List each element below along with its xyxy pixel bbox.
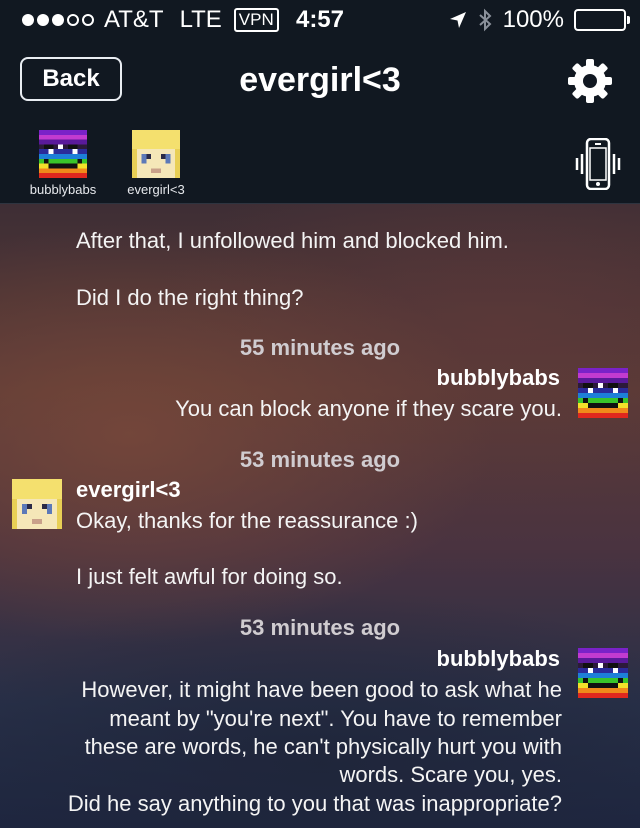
timestamp: 55 minutes ago: [239, 335, 401, 360]
back-button[interactable]: Back: [20, 57, 122, 101]
message-text: words. Scare you, yes.: [339, 762, 562, 787]
sender-name: bubblybabs: [436, 646, 560, 671]
conversation-title: evergirl<3: [239, 61, 401, 99]
message-text: After that, I unfollowed him and blocked…: [76, 228, 509, 253]
status-bar: AT&T LTE VPN 4:57 100%: [0, 0, 640, 40]
participant-bubblybabs[interactable]: bubblybabs: [23, 130, 103, 197]
participant-name: evergirl<3: [127, 182, 185, 197]
location-arrow-icon: [449, 12, 466, 28]
gear-icon[interactable]: [566, 57, 614, 105]
message-text: I just felt awful for doing so.: [76, 564, 343, 589]
phone-vibrate-icon[interactable]: [575, 138, 621, 190]
battery-icon: [574, 9, 630, 31]
battery-percent: 100%: [502, 6, 564, 33]
participant-name: bubblybabs: [29, 182, 97, 197]
message-list[interactable]: After that, I unfollowed him and blocked…: [0, 204, 640, 828]
timestamp: 53 minutes ago: [239, 615, 401, 640]
avatar: [132, 130, 180, 178]
navigation-header: AT&T LTE VPN 4:57 100% Back evergirl<3 b…: [0, 0, 640, 204]
message-text: Okay, thanks for the reassurance :): [76, 508, 418, 533]
participant-evergirl[interactable]: evergirl<3: [116, 130, 196, 197]
avatar: [12, 479, 62, 529]
sender-name: evergirl<3: [76, 477, 181, 502]
avatar: [39, 130, 87, 178]
message-text: meant by "you're next". You have to reme…: [109, 706, 562, 731]
message-text: these are words, he can't physically hur…: [84, 734, 562, 759]
avatar: [578, 648, 628, 698]
message-text: Did I do the right thing?: [76, 285, 304, 310]
avatar: [578, 368, 628, 418]
message-text: Did he say anything to you that was inap…: [67, 791, 562, 816]
message-text: However, it might have been good to ask …: [81, 677, 562, 702]
sender-name: bubblybabs: [436, 365, 560, 390]
bluetooth-icon: [478, 8, 492, 32]
message-text: You can block anyone if they scare you.: [175, 396, 562, 421]
timestamp: 53 minutes ago: [239, 447, 401, 472]
